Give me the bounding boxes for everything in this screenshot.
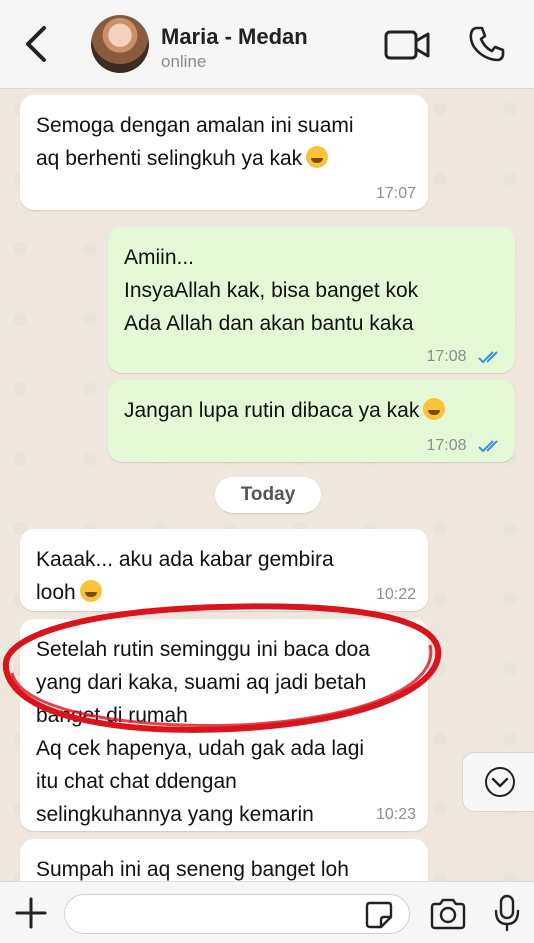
message-time-row: 17:08: [427, 347, 504, 367]
read-receipt-icon: [478, 351, 498, 364]
message-time: 17:07: [375, 185, 416, 202]
crying-face-emoji-icon: [306, 146, 329, 168]
camera-icon[interactable]: [429, 898, 467, 930]
back-chevron-icon[interactable]: [18, 24, 54, 64]
message-bubble-incoming[interactable]: Sumpah ini aq seneng banget loh: [20, 839, 428, 881]
message-time: 17:08: [426, 348, 467, 365]
message-text-line: aq berhenti selingkuh ya kak: [36, 142, 412, 175]
message-text: banget di rumah: [36, 704, 188, 727]
scroll-to-bottom-button[interactable]: [462, 752, 534, 812]
message-bubble-outgoing[interactable]: Jangan lupa rutin dibaca ya kak 17:08: [108, 380, 515, 462]
message-text: Amiin...: [124, 246, 195, 269]
message-time: 17:08: [426, 437, 467, 454]
message-time: 10:22: [375, 586, 416, 603]
contact-name[interactable]: Maria - Medan: [161, 24, 308, 50]
message-text-line: Jangan lupa rutin dibaca ya kak: [124, 394, 499, 427]
message-text: Ada Allah dan akan bantu kaka: [124, 312, 414, 335]
grinning-face-emoji-icon: [79, 580, 102, 602]
video-call-icon[interactable]: [384, 28, 430, 62]
plus-icon[interactable]: [14, 896, 48, 930]
microphone-icon[interactable]: [493, 894, 521, 932]
chevron-down-icon: [485, 767, 515, 797]
message-composer: [0, 881, 534, 943]
sticker-icon[interactable]: [364, 900, 394, 930]
message-bubble-incoming[interactable]: Semoga dengan amalan ini suami aq berhen…: [20, 95, 428, 210]
chat-header: Maria - Medan online: [0, 0, 534, 89]
read-receipt-icon: [478, 440, 498, 453]
message-text: looh: [36, 581, 76, 604]
message-text: Aq cek hapenya, udah gak ada lagi: [36, 737, 365, 760]
smiling-face-with-halo-emoji-icon: [423, 398, 446, 420]
message-text: Jangan lupa rutin dibaca ya kak: [124, 399, 420, 422]
message-input[interactable]: [64, 894, 410, 934]
contact-status: online: [161, 52, 207, 71]
message-text: Semoga dengan amalan ini suami: [36, 114, 354, 137]
message-text: aq berhenti selingkuh ya kak: [36, 147, 303, 170]
message-text: selingkuhannya yang kemarin: [36, 803, 314, 826]
message-bubble-incoming[interactable]: Kaaak... aku ada kabar gembira looh 10:2…: [20, 529, 428, 611]
message-time: 10:23: [375, 806, 416, 823]
message-text: itu chat chat ddengan: [36, 770, 237, 793]
message-text: Setelah rutin seminggu ini baca doa: [36, 638, 370, 661]
message-text: yang dari kaka, suami aq jadi betah: [36, 671, 367, 694]
chat-thread[interactable]: Semoga dengan amalan ini suami aq berhen…: [0, 89, 534, 881]
message-bubble-outgoing[interactable]: Amiin... InsyaAllah kak, bisa banget kok…: [108, 227, 515, 373]
avatar[interactable]: [91, 15, 149, 73]
phone-call-icon[interactable]: [468, 25, 506, 63]
message-text-line: looh: [36, 576, 412, 609]
message-text: InsyaAllah kak, bisa banget kok: [124, 279, 419, 302]
message-text: Kaaak... aku ada kabar gembira: [36, 548, 334, 571]
message-bubble-incoming[interactable]: Setelah rutin seminggu ini baca doa yang…: [20, 619, 428, 831]
message-text: Sumpah ini aq seneng banget loh: [36, 858, 349, 881]
day-separator: Today: [215, 477, 321, 513]
message-time-row: 17:08: [427, 436, 504, 456]
